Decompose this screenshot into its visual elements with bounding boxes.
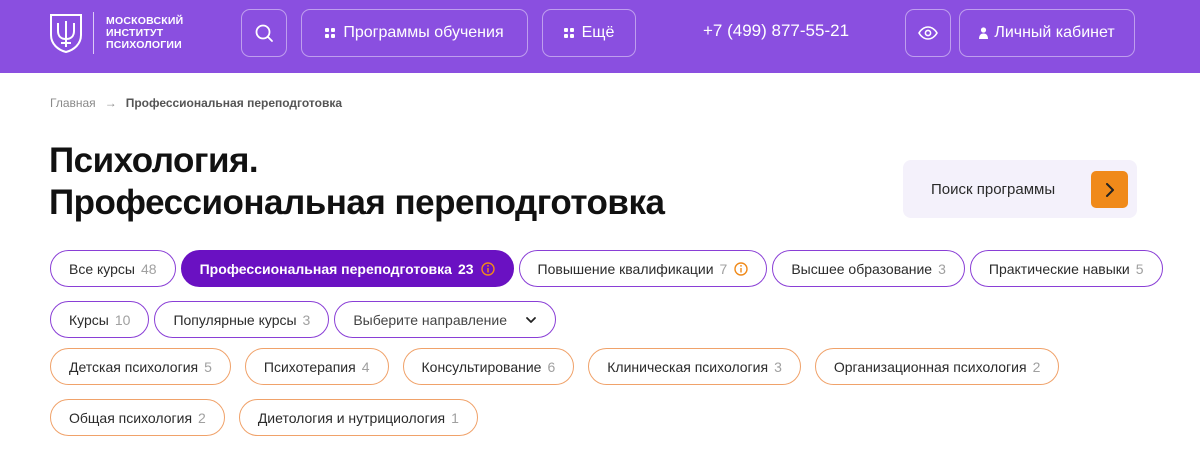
- filter-chip-popular-courses[interactable]: Популярные курсы 3: [154, 301, 330, 338]
- personal-account-button[interactable]: Личный кабинет: [959, 9, 1135, 57]
- page-title-line-1: Психология.: [49, 141, 259, 180]
- chip-count: 6: [547, 358, 556, 375]
- more-menu-button[interactable]: Ещё: [542, 9, 636, 57]
- page-title: Психология. Профессиональная переподгото…: [49, 140, 665, 224]
- chip-count: 7: [719, 260, 728, 277]
- chip-count: 2: [1032, 358, 1041, 375]
- chip-count: 3: [774, 358, 782, 375]
- phone-link[interactable]: +7 (499) 877-55-21: [703, 21, 849, 41]
- chip-label: Организационная психология: [833, 358, 1027, 375]
- program-search[interactable]: Поиск программы: [903, 160, 1137, 218]
- eye-icon: [918, 26, 938, 40]
- chip-count: 4: [361, 358, 370, 375]
- logo-line-2: ИНСТИТУТ: [106, 27, 164, 39]
- logo[interactable]: МОСКОВСКИЙ ИНСТИТУТ ПСИХОЛОГИИ: [49, 12, 183, 54]
- chip-label: Повышение квалификации: [537, 260, 714, 277]
- chip-label: Клиническая психология: [607, 358, 769, 375]
- chip-label: Практические навыки: [988, 260, 1130, 277]
- site-header: МОСКОВСКИЙ ИНСТИТУТ ПСИХОЛОГИИ Программы…: [0, 0, 1200, 73]
- chip-label: Общая психология: [69, 409, 193, 426]
- chip-label: Детская психология: [69, 358, 199, 375]
- chevron-down-icon: [526, 316, 537, 323]
- direction-select-placeholder: Выберите направление: [353, 311, 508, 328]
- chip-count: 5: [1135, 260, 1144, 277]
- breadcrumb: Главная → Профессиональная переподготовк…: [50, 96, 342, 110]
- logo-line-1: МОСКОВСКИЙ: [106, 15, 184, 27]
- breadcrumb-home[interactable]: Главная: [50, 96, 96, 110]
- chip-label: Психотерапия: [263, 358, 356, 375]
- chevron-right-icon: [1105, 182, 1114, 197]
- grid-icon: [325, 28, 336, 38]
- grid-icon: [563, 28, 574, 38]
- psi-logo-icon: [50, 14, 82, 53]
- logo-divider: [93, 12, 94, 54]
- arrow-right-icon: →: [104, 96, 117, 110]
- page-title-line-2: Профессиональная переподготовка: [49, 183, 665, 222]
- filter-chip-all-courses[interactable]: Все курсы 48: [50, 250, 176, 287]
- chip-count: 48: [141, 260, 157, 277]
- logo-text: МОСКОВСКИЙ ИНСТИТУТ ПСИХОЛОГИИ: [106, 15, 183, 51]
- filter-chip-counseling[interactable]: Консультирование 6: [402, 348, 575, 385]
- accessibility-button[interactable]: [905, 9, 951, 57]
- filter-chip-qualification[interactable]: Повышение квалификации 7: [518, 250, 768, 287]
- chip-count: 2: [198, 409, 206, 426]
- chip-count: 1: [451, 409, 459, 426]
- more-menu-label: Ещё: [581, 24, 615, 41]
- filter-chip-clinical-psychology[interactable]: Клиническая психология 3: [588, 348, 801, 385]
- chip-count: 3: [302, 311, 311, 328]
- filter-chip-professional-retraining[interactable]: Профессиональная переподготовка 23: [180, 250, 514, 287]
- chip-count: 23: [457, 260, 474, 277]
- chip-label: Профессиональная переподготовка: [199, 260, 452, 277]
- chip-label: Консультирование: [421, 358, 542, 375]
- user-icon: [979, 27, 989, 39]
- chip-label: Популярные курсы: [173, 311, 297, 328]
- chip-count: 5: [204, 358, 212, 375]
- filter-chip-organizational-psychology[interactable]: Организационная психология 2: [814, 348, 1060, 385]
- filter-chip-general-psychology[interactable]: Общая психология 2: [50, 399, 225, 436]
- program-search-button[interactable]: [1091, 171, 1128, 208]
- topic-filters-row-1: Детская психология 5 Психотерапия 4 Конс…: [50, 348, 1073, 385]
- chip-label: Все курсы: [69, 260, 135, 277]
- info-icon[interactable]: [480, 261, 495, 276]
- topic-filters-row-2: Общая психология 2 Диетология и нутрицио…: [50, 399, 492, 436]
- search-icon: [255, 24, 273, 42]
- filter-chip-psychotherapy[interactable]: Психотерапия 4: [244, 348, 389, 385]
- info-icon[interactable]: [734, 261, 749, 276]
- programs-menu-button[interactable]: Программы обучения: [301, 9, 528, 57]
- chip-label: Диетология и нутрициология: [257, 409, 446, 426]
- header-search-button[interactable]: [241, 9, 287, 57]
- filter-chip-dietology[interactable]: Диетология и нутрициология 1: [238, 399, 478, 436]
- type-filters: Курсы 10 Популярные курсы 3 Выберите нап…: [50, 301, 561, 338]
- direction-select[interactable]: Выберите направление: [334, 301, 557, 338]
- programs-menu-label: Программы обучения: [343, 24, 504, 41]
- filter-chip-courses[interactable]: Курсы 10: [50, 301, 150, 338]
- filter-chip-child-psychology[interactable]: Детская психология 5: [50, 348, 231, 385]
- breadcrumb-current: Профессиональная переподготовка: [125, 96, 343, 110]
- chip-count: 3: [938, 260, 946, 277]
- level-filters: Все курсы 48 Профессиональная переподгот…: [50, 250, 1168, 287]
- chip-label: Курсы: [69, 311, 109, 328]
- filter-chip-practical-skills[interactable]: Практические навыки 5: [969, 250, 1163, 287]
- chip-count: 10: [114, 311, 131, 328]
- chip-label: Высшее образование: [791, 260, 933, 277]
- program-search-label: Поиск программы: [931, 180, 1056, 198]
- filter-chip-higher-education[interactable]: Высшее образование 3: [772, 250, 965, 287]
- logo-line-3: ПСИХОЛОГИИ: [106, 39, 182, 51]
- personal-account-label: Личный кабинет: [994, 24, 1115, 41]
